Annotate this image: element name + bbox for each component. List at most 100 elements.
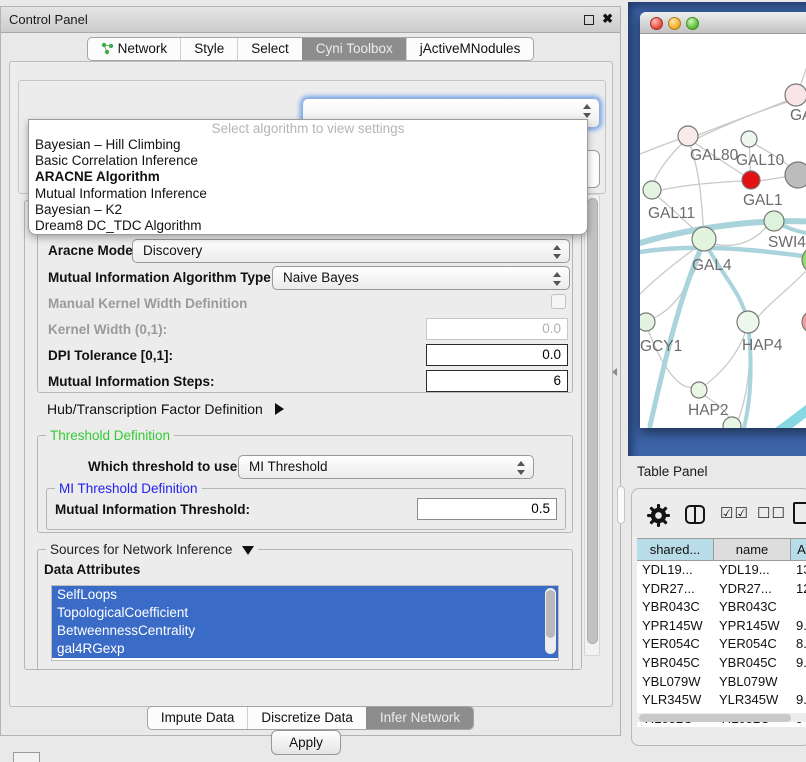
attributes-scrollbar[interactable] — [545, 588, 556, 654]
attribute-list-item[interactable]: BetweennessCentrality — [52, 622, 558, 640]
collapsed-panel-button[interactable] — [13, 752, 40, 762]
network-node-gal4[interactable] — [692, 227, 716, 251]
sources-title[interactable]: Sources for Network Inference — [46, 542, 258, 557]
network-node-y[interactable] — [802, 311, 806, 333]
table-cell: YER054C — [714, 635, 791, 654]
tab-impute-data[interactable]: Impute Data — [148, 707, 248, 729]
kernel-width-label: Kernel Width (0,1): — [48, 322, 167, 337]
node-label: GAL10 — [736, 152, 785, 169]
network-node-gal11[interactable] — [643, 181, 661, 199]
network-node-gal1[interactable] — [742, 171, 760, 189]
mi-steps-input[interactable]: 6 — [426, 370, 568, 392]
control-panel-window: Control Panel ✖ NetworkStyleSelectCyni T… — [0, 6, 621, 736]
scrollbar-thumb[interactable] — [639, 714, 791, 722]
cyni-toolbox-panel: galFiltered.sif default node Select algo… — [9, 61, 613, 707]
data-attributes-list[interactable]: SelfLoopsTopologicalCoefficientBetweenne… — [51, 585, 559, 661]
close-traffic-light-icon[interactable] — [650, 17, 663, 30]
expanded-arrow-icon — [242, 546, 254, 555]
control-panel-titlebar: Control Panel ✖ — [1, 7, 620, 33]
select-all-checkboxes-icon[interactable]: ☑☑ — [720, 504, 749, 522]
scrollbar-thumb[interactable] — [546, 590, 555, 638]
table-row[interactable]: YBL079WYBL079W — [637, 673, 806, 692]
dropdown-option[interactable]: Bayesian – K2 — [29, 202, 587, 218]
network-node-swi4[interactable] — [764, 211, 784, 231]
tab-infer-network[interactable]: Infer Network — [366, 707, 473, 729]
attribute-list-item[interactable]: gal4RGexp — [52, 640, 558, 658]
network-window-titlebar — [640, 12, 806, 34]
node-label: HAP2 — [688, 402, 729, 419]
apply-button[interactable]: Apply — [271, 730, 341, 755]
tab-select[interactable]: Select — [237, 38, 302, 60]
node-label: GAL1 — [743, 192, 783, 209]
network-node-gal[interactable] — [785, 84, 806, 106]
table-row[interactable]: YDL19...YDL19...13 — [637, 561, 806, 580]
minimize-traffic-light-icon[interactable] — [668, 17, 681, 30]
deselect-all-checkboxes-icon[interactable]: ☐☐ — [757, 504, 786, 522]
mi-threshold-input[interactable]: 0.5 — [417, 498, 557, 520]
network-node-gal10[interactable] — [741, 131, 757, 147]
hub-definition-toggle[interactable]: Hub/Transcription Factor Definition — [47, 401, 284, 417]
tab-jactivemnodules[interactable]: jActiveMNodules — [406, 38, 534, 60]
mi-type-value: Naive Bayes — [283, 270, 359, 285]
tab-cyni-toolbox[interactable]: Cyni Toolbox — [302, 38, 406, 60]
close-icon[interactable]: ✖ — [602, 11, 613, 27]
manual-kernel-checkbox[interactable] — [551, 294, 566, 309]
network-graph[interactable]: GALGAL80GAL10GAL1GAL11SWI4GAL4GCY1HAP4YH… — [640, 34, 806, 428]
document-icon[interactable] — [793, 502, 806, 524]
network-node-gal80[interactable] — [678, 126, 698, 146]
column-header-name[interactable]: name — [714, 539, 791, 560]
network-icon — [101, 42, 114, 55]
dpi-tolerance-input[interactable]: 0.0 — [426, 344, 568, 366]
dropdown-option[interactable]: Bayesian – Hill Climbing — [29, 137, 587, 153]
zoom-traffic-light-icon[interactable] — [686, 17, 699, 30]
tab-discretize-data[interactable]: Discretize Data — [247, 707, 366, 729]
panel-splitter-handle[interactable] — [612, 368, 617, 376]
combo-stepper-icon — [553, 244, 562, 260]
scrollbar-thumb[interactable] — [587, 198, 598, 644]
network-node[interactable] — [785, 162, 806, 188]
settings-vertical-scrollbar[interactable] — [584, 194, 600, 656]
attribute-list-item[interactable]: TopologicalCoefficient — [52, 604, 558, 622]
table-row[interactable]: YBR043CYBR043C — [637, 598, 806, 617]
tab-network[interactable]: Network — [88, 38, 181, 60]
table-horizontal-scrollbar[interactable] — [637, 713, 806, 722]
dropdown-option[interactable]: Basic Correlation Inference — [29, 153, 587, 169]
network-node-gcy1[interactable] — [640, 313, 655, 331]
kernel-width-input[interactable]: 0.0 — [426, 318, 568, 340]
cyni-algorithm-settings-group: Cyni Algorithm Settings Algorithm Defini… — [24, 200, 582, 670]
aracne-mode-select[interactable]: Discovery — [132, 239, 570, 263]
split-view-icon[interactable] — [685, 505, 705, 524]
network-node-hap2[interactable] — [691, 382, 707, 398]
table-cell: YDL19... — [637, 561, 714, 580]
float-window-icon[interactable] — [584, 15, 594, 25]
panel-divider-grip[interactable] — [617, 486, 625, 524]
column-header-A[interactable]: A — [791, 539, 806, 560]
settings-gear-icon[interactable] — [646, 503, 671, 528]
which-threshold-select[interactable]: MI Threshold — [238, 455, 534, 479]
node-label: SWI4 — [768, 234, 806, 251]
tab-style[interactable]: Style — [180, 38, 237, 60]
mi-algorithm-type-select[interactable]: Naive Bayes — [272, 266, 570, 290]
table-cell — [791, 673, 806, 692]
dropdown-option[interactable]: ARACNE Algorithm — [29, 169, 587, 185]
collapsed-arrow-icon — [275, 403, 284, 415]
network-view-window[interactable]: GALGAL80GAL10GAL1GAL11SWI4GAL4GCY1HAP4YH… — [640, 12, 806, 428]
table-panel-title: Table Panel — [637, 464, 708, 479]
dropdown-option[interactable]: Dream8 DC_TDC Algorithm — [29, 218, 587, 234]
table-header-row: shared...nameA — [637, 538, 806, 561]
network-node-hap4[interactable] — [737, 311, 759, 333]
table-cell: YER054C — [637, 635, 714, 654]
dropdown-option[interactable]: Mutual Information Inference — [29, 186, 587, 202]
attribute-list-item[interactable]: SelfLoops — [52, 586, 558, 604]
table-row[interactable]: YPR145WYPR145W9. — [637, 617, 806, 636]
column-header-shared[interactable]: shared... — [637, 539, 714, 560]
table-row[interactable]: YER054CYER054C8. — [637, 635, 806, 654]
combo-stepper-icon — [517, 460, 526, 476]
table-row[interactable]: YDR27...YDR27...12 — [637, 580, 806, 599]
node-label: HAP4 — [742, 337, 783, 354]
dropdown-prompt: Select algorithm to view settings — [29, 121, 587, 137]
table-cell — [791, 598, 806, 617]
node-label: GAL4 — [692, 257, 732, 274]
table-row[interactable]: YBR045CYBR045C9. — [637, 654, 806, 673]
table-row[interactable]: YLR345WYLR345W9. — [637, 691, 806, 710]
